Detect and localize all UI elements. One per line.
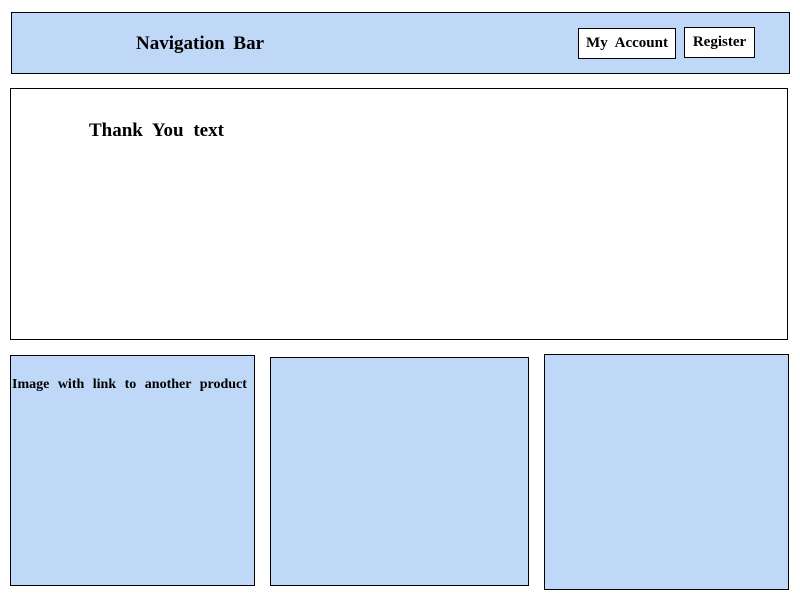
navigation-bar: Navigation Bar My Account Register xyxy=(11,12,790,74)
product-link-image-1[interactable]: Image with link to another product xyxy=(10,355,255,586)
product-image-2[interactable] xyxy=(270,357,529,586)
navigation-bar-title: Navigation Bar xyxy=(136,33,265,54)
my-account-button[interactable]: My Account xyxy=(578,28,676,59)
thank-you-text: Thank You text xyxy=(89,120,224,141)
product-link-label: Image with link to another product xyxy=(12,377,247,392)
register-button[interactable]: Register xyxy=(684,27,755,58)
product-image-3[interactable] xyxy=(544,354,789,590)
thank-you-panel: Thank You text xyxy=(10,88,788,340)
